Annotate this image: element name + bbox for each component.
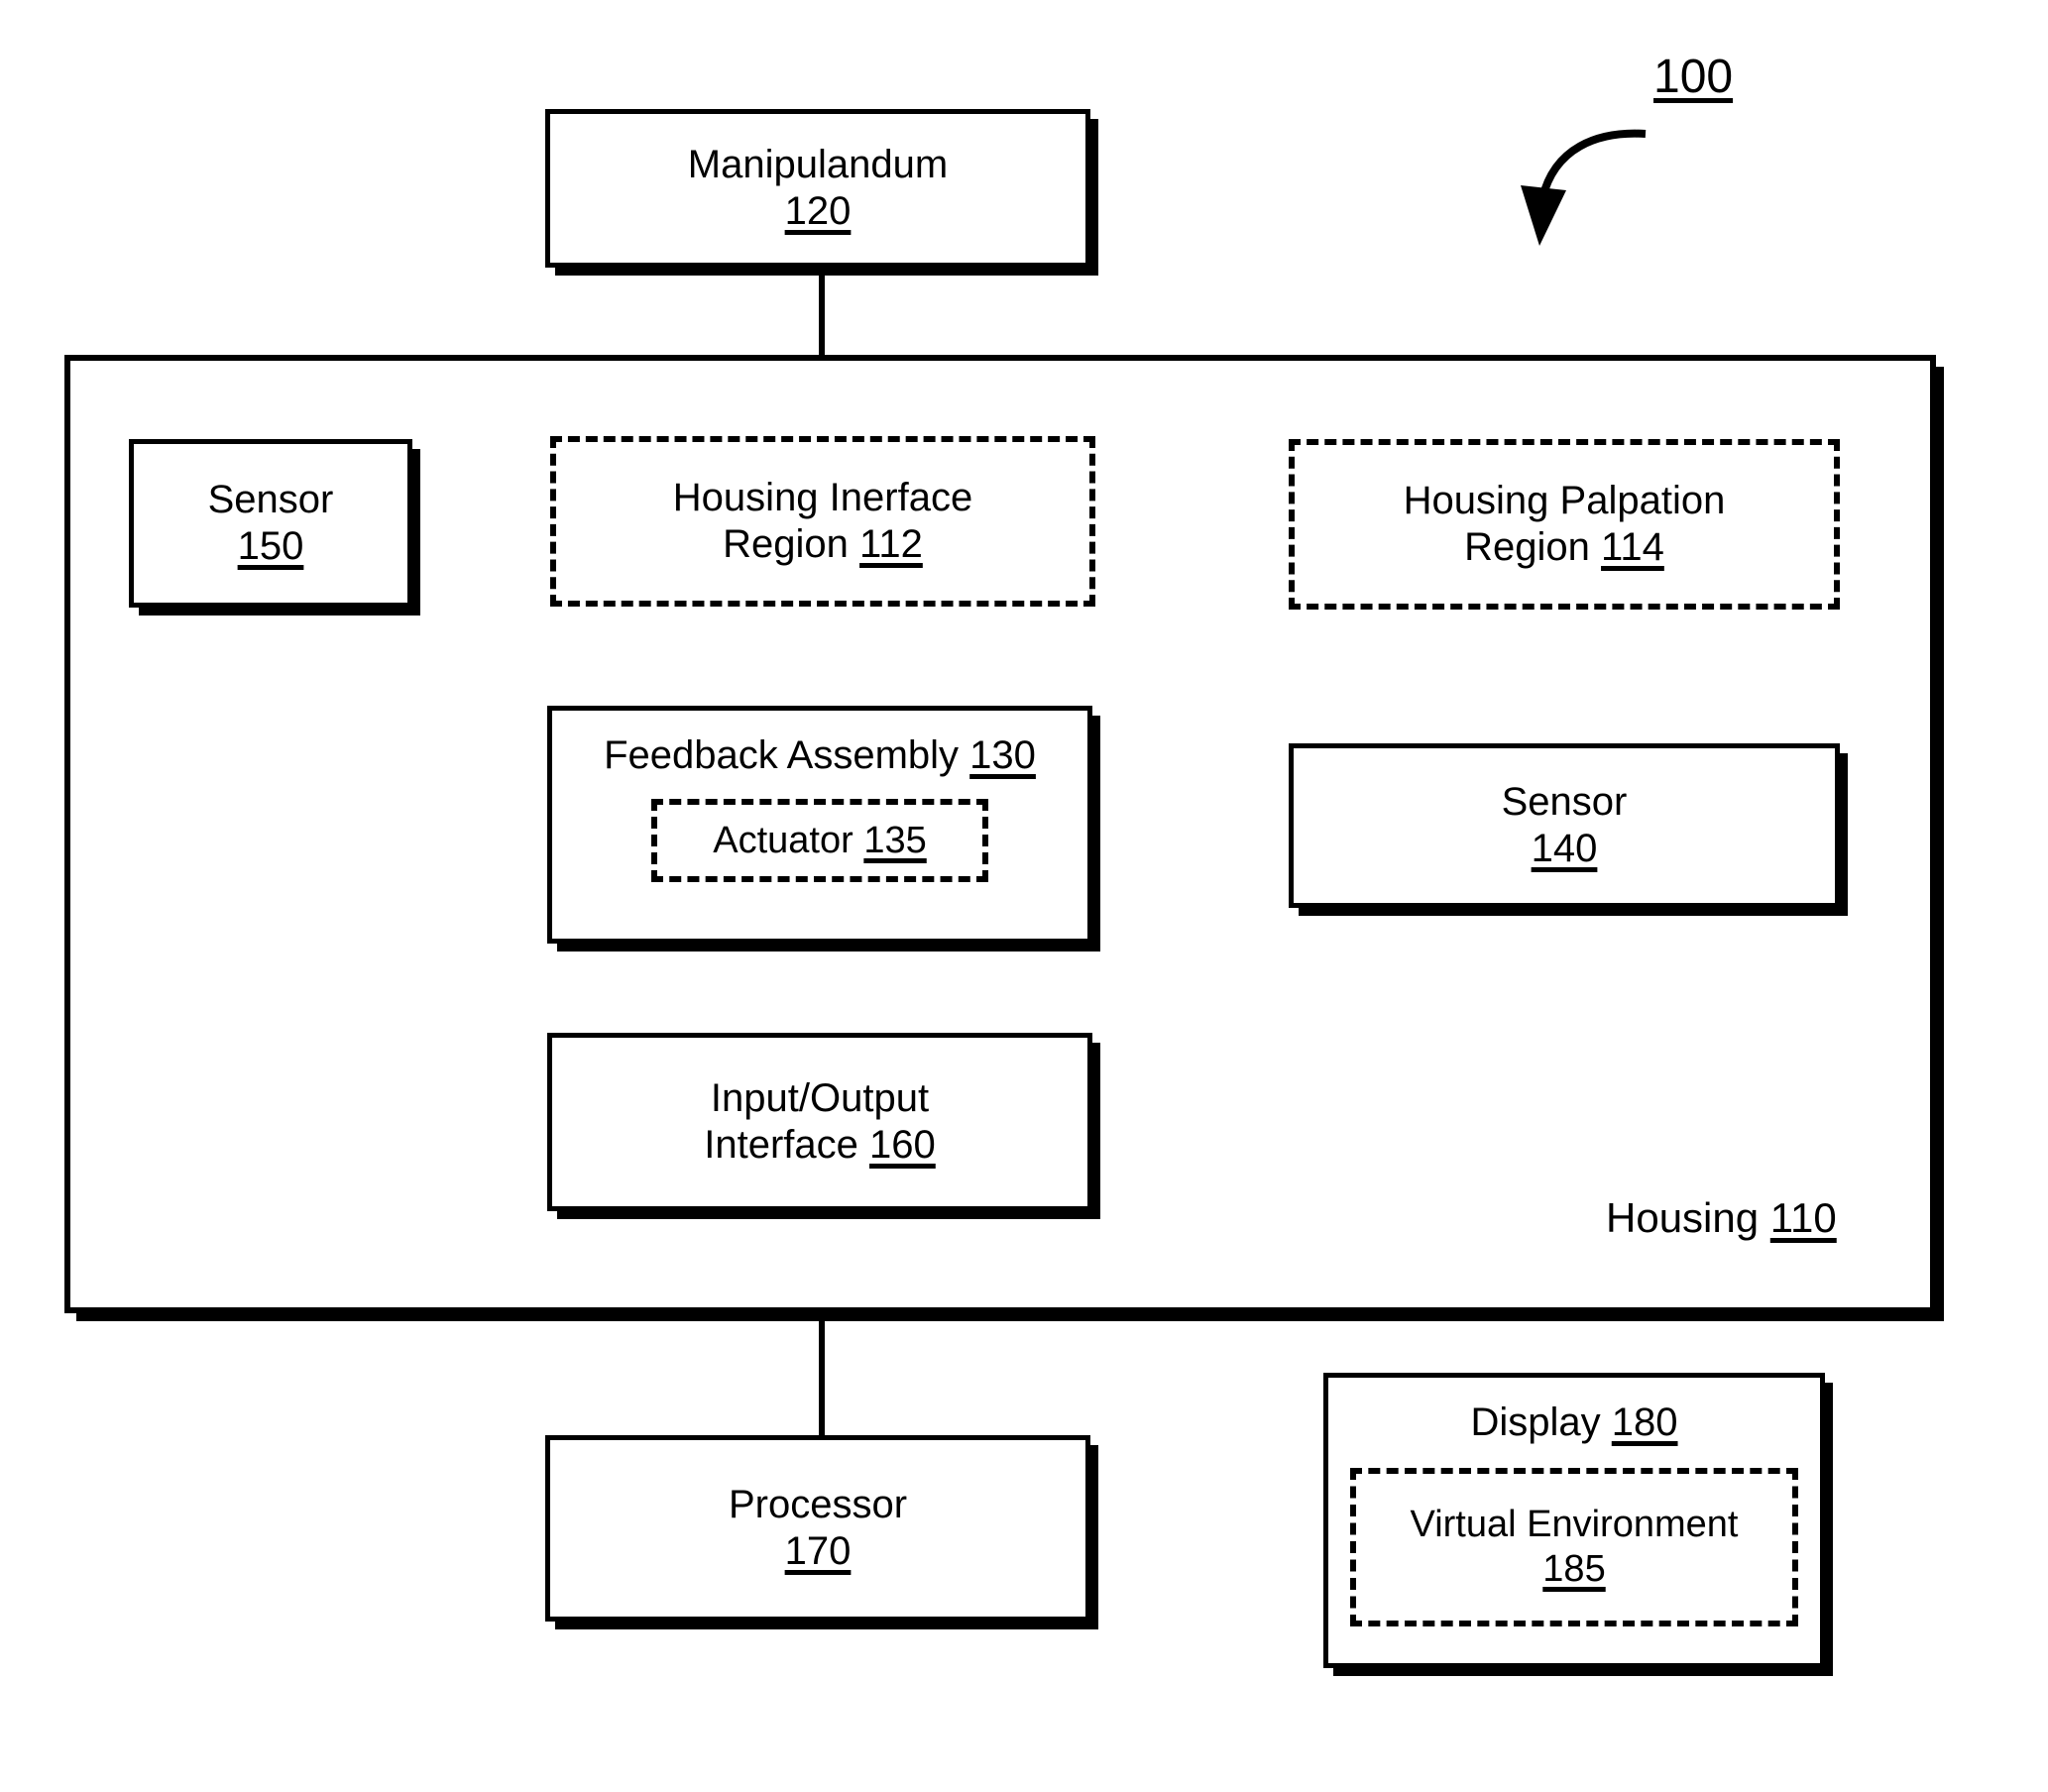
sensor-140-numeral: 140 bbox=[1531, 827, 1598, 870]
io-interface-numeral: 160 bbox=[869, 1123, 936, 1167]
housing-label-group: Housing 110 bbox=[1606, 1194, 1837, 1242]
io-interface-line2-group: Interface 160 bbox=[704, 1122, 936, 1169]
processor-label: Processor bbox=[728, 1482, 908, 1526]
block-housing-interface-region: Housing Inerface Region 112 bbox=[550, 436, 1095, 607]
sensor-150-label: Sensor bbox=[207, 477, 334, 521]
palpation-region-line2-group: Region 114 bbox=[1464, 524, 1664, 571]
sensor-150-numeral: 150 bbox=[237, 524, 304, 568]
io-interface-line2: Interface bbox=[704, 1123, 858, 1167]
housing-label: Housing bbox=[1606, 1194, 1760, 1241]
interface-region-line2: Region bbox=[723, 522, 849, 566]
block-manipulandum: Manipulandum 120 bbox=[545, 109, 1090, 268]
manipulandum-label: Manipulandum bbox=[687, 142, 949, 186]
processor-numeral: 170 bbox=[784, 1529, 852, 1573]
block-housing-palpation-region: Housing Palpation Region 114 bbox=[1289, 439, 1840, 610]
virtual-environment-numeral: 185 bbox=[1542, 1548, 1606, 1591]
block-sensor-140: Sensor 140 bbox=[1289, 743, 1840, 908]
block-processor: Processor 170 bbox=[545, 1435, 1090, 1622]
display-numeral: 180 bbox=[1611, 1400, 1678, 1444]
manipulandum-numeral: 120 bbox=[784, 189, 852, 233]
block-sensor-150: Sensor 150 bbox=[129, 439, 412, 608]
display-title-group: Display 180 bbox=[1470, 1400, 1677, 1446]
block-display: Display 180 Virtual Environment 185 bbox=[1323, 1373, 1825, 1668]
palpation-region-line2: Region bbox=[1464, 525, 1590, 569]
display-label: Display bbox=[1470, 1400, 1601, 1444]
interface-region-line1: Housing Inerface bbox=[672, 475, 973, 519]
figure-reference-value: 100 bbox=[1653, 51, 1734, 103]
curved-arrow-icon bbox=[1538, 129, 1647, 200]
palpation-region-numeral: 114 bbox=[1601, 525, 1664, 569]
figure-reference-numeral: 100 bbox=[1653, 50, 1733, 104]
patent-figure-canvas: 100 Manipulandum 120 Housing 110 Sensor … bbox=[0, 0, 2048, 1792]
actuator-label: Actuator bbox=[713, 819, 853, 861]
interface-region-line2-group: Region 112 bbox=[723, 521, 923, 568]
io-interface-line1: Input/Output bbox=[710, 1075, 930, 1120]
actuator-numeral: 135 bbox=[863, 819, 927, 861]
interface-region-numeral: 112 bbox=[859, 522, 923, 566]
feedback-assembly-numeral: 130 bbox=[969, 733, 1036, 777]
feedback-assembly-label: Feedback Assembly bbox=[604, 733, 960, 777]
curved-arrow-head-icon bbox=[1521, 185, 1566, 246]
sensor-140-label: Sensor bbox=[1501, 779, 1628, 824]
block-actuator: Actuator 135 bbox=[651, 799, 988, 883]
actuator-title-group: Actuator 135 bbox=[713, 819, 927, 863]
block-feedback-assembly: Feedback Assembly 130 Actuator 135 bbox=[547, 706, 1092, 944]
block-virtual-environment: Virtual Environment 185 bbox=[1350, 1468, 1798, 1627]
virtual-environment-label: Virtual Environment bbox=[1410, 1504, 1739, 1546]
block-io-interface: Input/Output Interface 160 bbox=[547, 1033, 1092, 1211]
feedback-assembly-title-group: Feedback Assembly 130 bbox=[604, 732, 1036, 779]
palpation-region-line1: Housing Palpation bbox=[1403, 478, 1726, 522]
housing-numeral: 110 bbox=[1769, 1194, 1837, 1241]
